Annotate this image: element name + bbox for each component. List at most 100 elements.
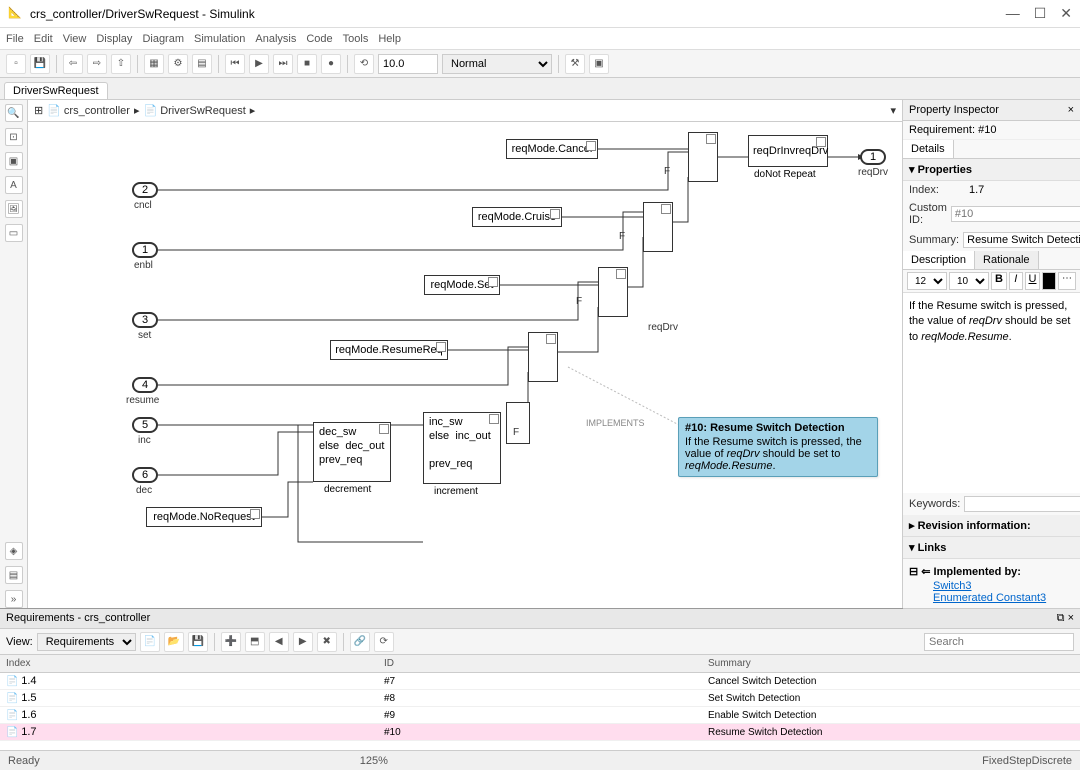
config-icon[interactable]: ⚙ xyxy=(168,54,188,74)
step-back-icon[interactable]: ⏮ xyxy=(225,54,245,74)
table-row[interactable]: 📄 1.7#10Resume Switch Detection xyxy=(0,724,1080,741)
legend-icon[interactable]: ▤ xyxy=(5,566,23,584)
switch0[interactable] xyxy=(688,132,718,182)
breadcrumb-nav-icon[interactable]: ⊞ xyxy=(34,104,43,117)
section-links[interactable]: ▾ Links xyxy=(903,537,1080,559)
req-delete-icon[interactable]: ✖ xyxy=(317,632,337,652)
menu-simulation[interactable]: Simulation xyxy=(194,33,245,45)
table-row[interactable]: 📄 1.5#8Set Switch Detection xyxy=(0,690,1080,707)
tab-rationale[interactable]: Rationale xyxy=(975,251,1038,269)
explorer-icon[interactable]: ▤ xyxy=(192,54,212,74)
menu-analysis[interactable]: Analysis xyxy=(255,33,296,45)
link-switch3[interactable]: Switch3 xyxy=(909,580,1074,592)
deploy-icon[interactable]: ▣ xyxy=(589,54,609,74)
inport-cncl[interactable]: 2 xyxy=(132,182,158,198)
sim-mode-select[interactable]: Normal xyxy=(442,54,552,74)
description-text[interactable]: If the Resume switch is pressed, the val… xyxy=(903,293,1080,493)
close-button[interactable]: ✕ xyxy=(1060,5,1072,22)
status-solver[interactable]: FixedStepDiscrete xyxy=(982,755,1072,767)
breadcrumb-dropdown-icon[interactable]: ▾ xyxy=(890,104,896,117)
stop-time-input[interactable] xyxy=(378,54,438,74)
keywords-input[interactable] xyxy=(964,496,1080,512)
view-select[interactable]: Requirements xyxy=(37,633,136,651)
const-set[interactable]: reqMode.Set xyxy=(424,275,500,295)
subsys-decrement[interactable]: dec_sw else dec_out prev_req xyxy=(313,422,391,482)
new-icon[interactable]: ▫ xyxy=(6,54,26,74)
area-icon[interactable]: ▭ xyxy=(5,224,23,242)
fastrestart-icon[interactable]: ⟲ xyxy=(354,54,374,74)
breadcrumb-child[interactable]: 📄 DriverSwRequest xyxy=(143,104,245,117)
italic-icon[interactable]: I xyxy=(1009,272,1023,290)
outport-reqdrv[interactable]: 1 xyxy=(860,149,886,165)
menu-display[interactable]: Display xyxy=(96,33,132,45)
req-save-icon[interactable]: 💾 xyxy=(188,632,208,652)
req-search-input[interactable] xyxy=(924,633,1074,651)
requirement-annotation[interactable]: #10: Resume Switch Detection If the Resu… xyxy=(678,417,878,477)
library-icon[interactable]: ▦ xyxy=(144,54,164,74)
menu-file[interactable]: File xyxy=(6,33,24,45)
underline-icon[interactable]: U xyxy=(1025,272,1041,290)
build-icon[interactable]: ⚒ xyxy=(565,54,585,74)
summary-input[interactable] xyxy=(963,232,1080,248)
section-properties[interactable]: ▾ Properties xyxy=(903,159,1080,181)
menu-view[interactable]: View xyxy=(63,33,87,45)
menu-help[interactable]: Help xyxy=(378,33,401,45)
record-icon[interactable]: ● xyxy=(321,54,341,74)
menu-tools[interactable]: Tools xyxy=(343,33,369,45)
table-row[interactable]: 📄 1.4#7Cancel Switch Detection xyxy=(0,673,1080,690)
bold-icon[interactable]: B xyxy=(991,272,1007,290)
link-enumconst3[interactable]: Enumerated Constant3 xyxy=(909,592,1074,604)
customid-input[interactable] xyxy=(951,206,1080,222)
fit-icon[interactable]: ⊡ xyxy=(5,128,23,146)
inport-set[interactable]: 3 xyxy=(132,312,158,328)
forward-icon[interactable]: ⇨ xyxy=(87,54,107,74)
req-add-icon[interactable]: ➕ xyxy=(221,632,241,652)
req-child-icon[interactable]: ⬒ xyxy=(245,632,265,652)
color-icon[interactable] xyxy=(1042,272,1056,290)
step-forward-icon[interactable]: ⏭ xyxy=(273,54,293,74)
col-id[interactable]: ID xyxy=(378,655,702,673)
const-cancel[interactable]: reqMode.Cancel xyxy=(506,139,598,159)
section-revision[interactable]: ▸ Revision information: xyxy=(903,515,1080,537)
const-cruise[interactable]: reqMode.Cruise xyxy=(472,207,562,227)
menu-edit[interactable]: Edit xyxy=(34,33,53,45)
minimize-button[interactable]: — xyxy=(1006,5,1020,22)
col-index[interactable]: Index xyxy=(0,655,378,673)
req-link-icon[interactable]: 🔗 xyxy=(350,632,370,652)
status-zoom[interactable]: 125% xyxy=(360,755,388,767)
table-row[interactable]: 📄 1.6#9Enable Switch Detection xyxy=(0,707,1080,724)
inspector-close-icon[interactable]: × xyxy=(1068,104,1074,116)
menu-code[interactable]: Code xyxy=(306,33,332,45)
tab-driverswrequest[interactable]: DriverSwRequest xyxy=(4,82,108,99)
font-size-1[interactable]: 12 xyxy=(907,272,947,290)
req-demote-icon[interactable]: ▶ xyxy=(293,632,313,652)
run-icon[interactable]: ▶ xyxy=(249,54,269,74)
const-resume[interactable]: reqMode.ResumeReq xyxy=(330,340,448,360)
expand-icon[interactable]: » xyxy=(5,590,23,608)
const-norequest[interactable]: reqMode.NoRequest xyxy=(146,507,262,527)
viewmark-icon[interactable]: ◈ xyxy=(5,542,23,560)
more-icon[interactable]: ⋯ xyxy=(1058,272,1076,290)
req-open-icon[interactable]: 📂 xyxy=(164,632,184,652)
tab-description[interactable]: Description xyxy=(903,251,975,269)
zoom-icon[interactable]: 🔍 xyxy=(5,104,23,122)
stop-icon[interactable]: ■ xyxy=(297,54,317,74)
req-refresh-icon[interactable]: ⟳ xyxy=(374,632,394,652)
req-new-icon[interactable]: 📄 xyxy=(140,632,160,652)
inport-inc[interactable]: 5 xyxy=(132,417,158,433)
switch2[interactable] xyxy=(598,267,628,317)
subsys-increment[interactable]: inc_sw else inc_out prev_req xyxy=(423,412,501,484)
req-dock-icon[interactable]: ⧉ xyxy=(1057,612,1065,624)
col-summary[interactable]: Summary xyxy=(702,655,1080,673)
req-close-icon[interactable]: × xyxy=(1068,612,1074,624)
up-icon[interactable]: ⇧ xyxy=(111,54,131,74)
save-icon[interactable]: 💾 xyxy=(30,54,50,74)
back-icon[interactable]: ⇦ xyxy=(63,54,83,74)
inport-enbl[interactable]: 1 xyxy=(132,242,158,258)
subsys-donotrepeat[interactable]: reqDrInvreqDrv xyxy=(748,135,828,167)
switch1[interactable] xyxy=(643,202,673,252)
image-icon[interactable]: 🖼 xyxy=(5,200,23,218)
menu-diagram[interactable]: Diagram xyxy=(142,33,184,45)
switch3[interactable] xyxy=(528,332,558,382)
tab-details[interactable]: Details xyxy=(903,140,954,158)
